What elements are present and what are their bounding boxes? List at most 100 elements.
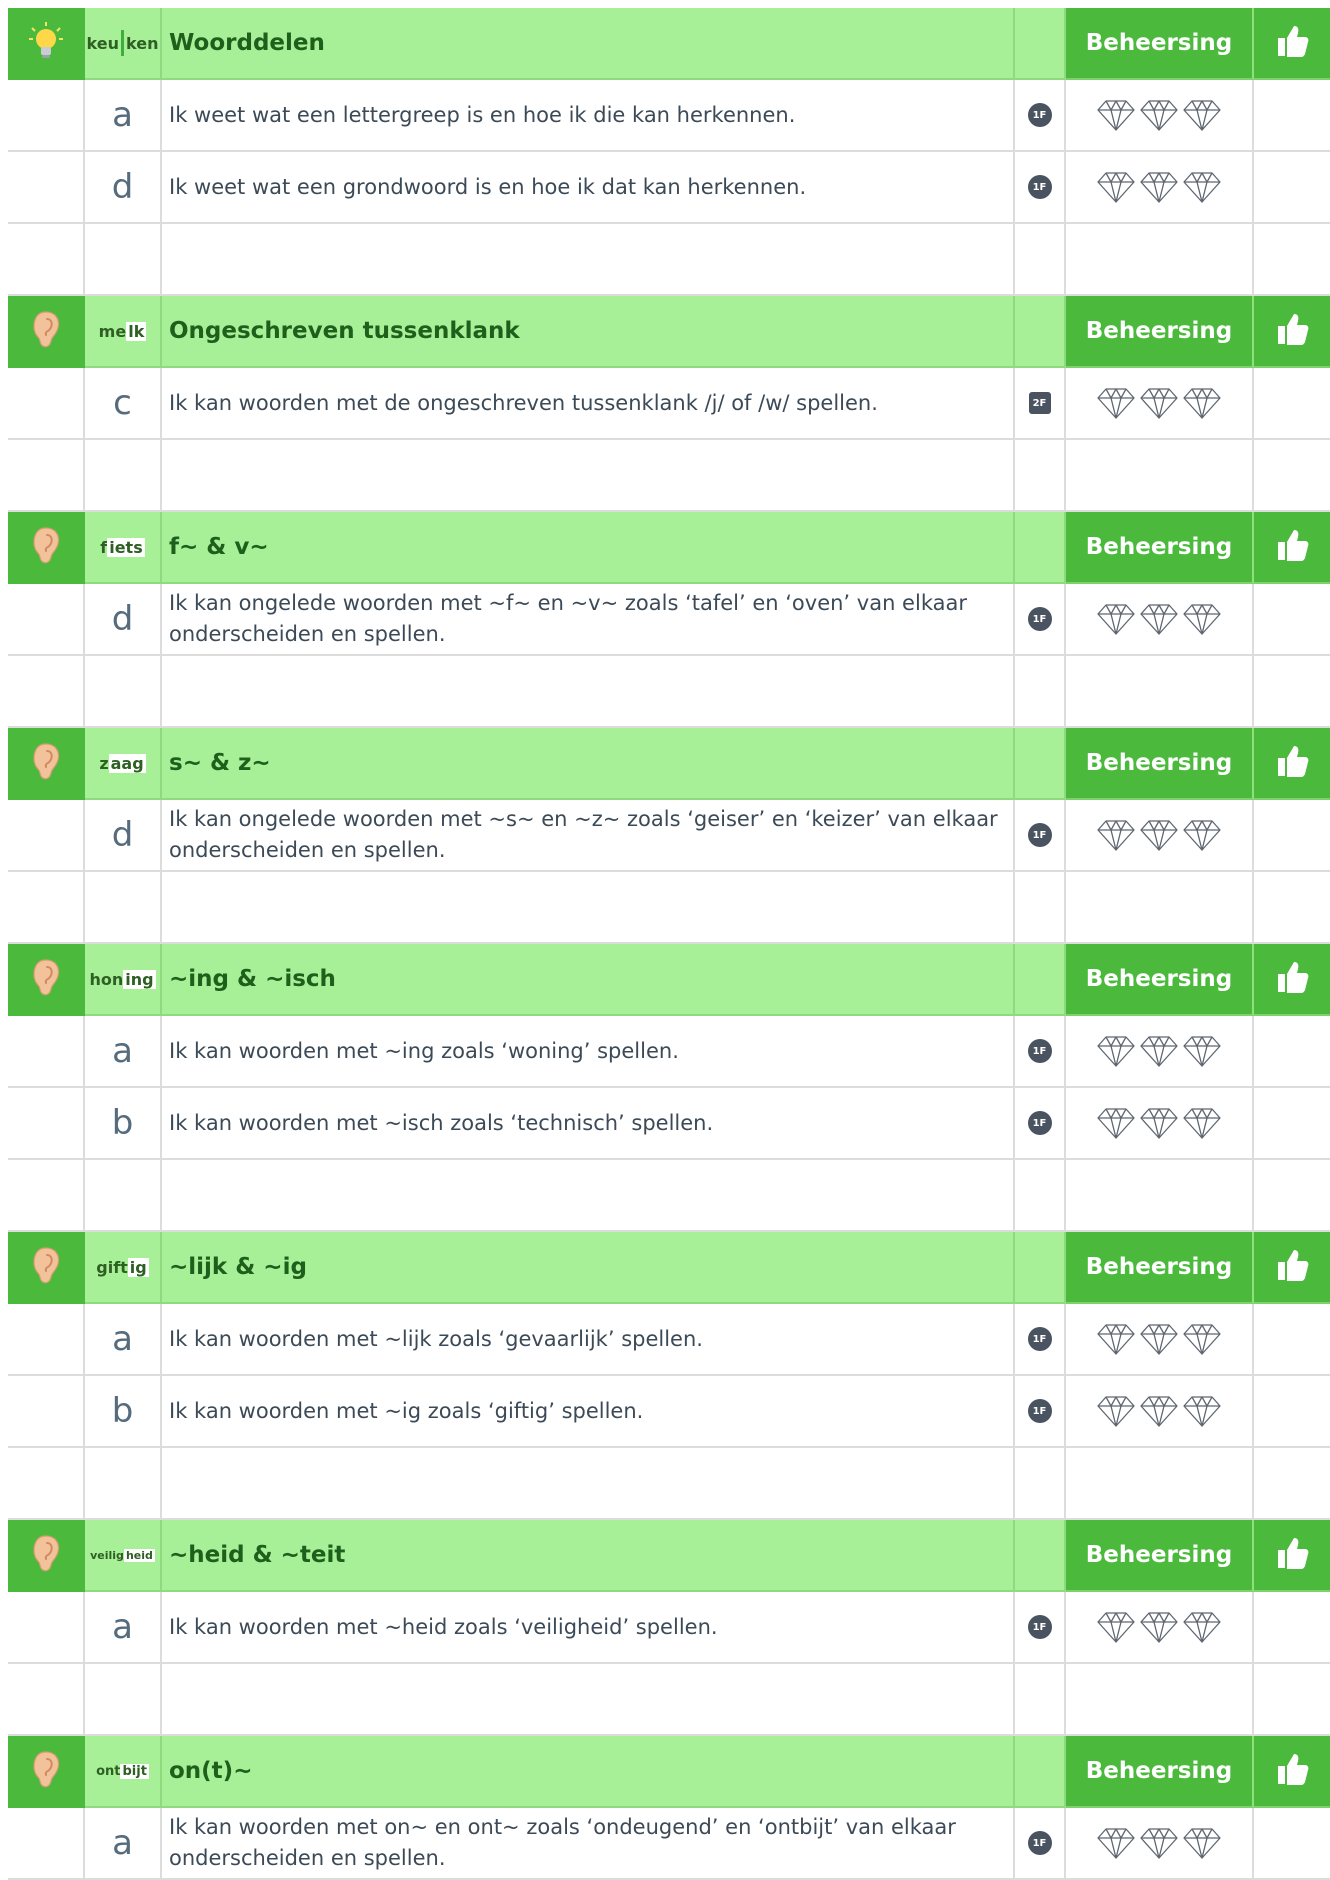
goal-text: Ik kan woorden met on~ en ont~ zoals ‘on… [169, 1815, 956, 1870]
diamond-icon[interactable] [1183, 1035, 1221, 1067]
goal-letter-cell: a [85, 80, 162, 152]
lightbulb-icon [26, 20, 66, 66]
diamond-icon[interactable] [1140, 1827, 1178, 1859]
like-button[interactable] [1254, 1232, 1330, 1304]
diamond-icon[interactable] [1097, 603, 1135, 635]
empty-cell [1254, 152, 1330, 224]
example-word: me lk [99, 321, 147, 341]
diamond-icon[interactable] [1183, 603, 1221, 635]
diamond-icon[interactable] [1183, 171, 1221, 203]
section-title: s~ & z~ [169, 750, 271, 776]
goal-row: a Ik kan woorden met ~ing zoals ‘woning’ … [8, 1016, 1330, 1088]
goal-row: a Ik kan woorden met ~heid zoals ‘veiligh… [8, 1592, 1330, 1664]
example-part-b: aag [108, 753, 146, 773]
diamond-icon[interactable] [1140, 1107, 1178, 1139]
diamond-icon[interactable] [1183, 1827, 1221, 1859]
mastery-header-cell: Beheersing [1066, 8, 1254, 80]
diamond-icon[interactable] [1140, 603, 1178, 635]
mastery-rating [1066, 800, 1254, 872]
empty-cell [162, 440, 1015, 512]
empty-cell [1066, 1160, 1254, 1232]
empty-cell [85, 224, 162, 296]
level-badge: 1F [1027, 103, 1052, 127]
example-part-a: hon [89, 969, 124, 989]
diamond-icon[interactable] [1097, 99, 1135, 131]
diamond-icon[interactable] [1183, 1107, 1221, 1139]
example-word-cell: ont bijt [85, 1736, 162, 1808]
section-title: ~lijk & ~ig [169, 1254, 307, 1280]
goal-letter: c [113, 383, 132, 423]
thumbs-up-icon [1274, 1247, 1310, 1287]
like-button[interactable] [1254, 8, 1330, 80]
empty-cell [1254, 224, 1330, 296]
like-button[interactable] [1254, 1520, 1330, 1592]
goal-text-cell: Ik weet wat een lettergreep is en hoe ik… [162, 80, 1015, 152]
example-word-cell: me lk [85, 296, 162, 368]
diamond-icon[interactable] [1097, 171, 1135, 203]
goal-letter-cell: c [85, 368, 162, 440]
goal-text: Ik kan woorden met ~ig zoals ‘giftig’ sp… [169, 1398, 644, 1423]
empty-cell [8, 152, 85, 224]
section-title: f~ & v~ [169, 534, 269, 560]
goal-row: d Ik weet wat een grondwoord is en hoe ik… [8, 152, 1330, 224]
level-cell: 1F [1015, 1592, 1066, 1664]
level-badge: 1F [1027, 1399, 1052, 1423]
diamond-icon[interactable] [1097, 1395, 1135, 1427]
diamond-icon[interactable] [1097, 1611, 1135, 1643]
empty-cell [1254, 1016, 1330, 1088]
ear-icon [26, 524, 66, 570]
example-word: keu ken [87, 30, 158, 56]
diamond-icon[interactable] [1140, 1395, 1178, 1427]
empty-cell [1066, 872, 1254, 944]
empty-cell [8, 872, 85, 944]
diamond-icon[interactable] [1140, 819, 1178, 851]
like-button[interactable] [1254, 1736, 1330, 1808]
level-header-cell [1015, 1736, 1066, 1808]
like-button[interactable] [1254, 728, 1330, 800]
diamond-icon[interactable] [1183, 1323, 1221, 1355]
diamond-icon[interactable] [1183, 1395, 1221, 1427]
section-title-cell: ~lijk & ~ig [162, 1232, 1015, 1304]
empty-cell [162, 656, 1015, 728]
mastery-header-cell: Beheersing [1066, 512, 1254, 584]
like-button[interactable] [1254, 296, 1330, 368]
diamond-icon[interactable] [1097, 1035, 1135, 1067]
goal-letter-cell: a [85, 1016, 162, 1088]
diamond-icon[interactable] [1140, 1323, 1178, 1355]
section-icon-cell [8, 512, 85, 584]
mastery-label: Beheersing [1085, 1254, 1233, 1280]
empty-cell [1254, 1592, 1330, 1664]
empty-cell [1254, 584, 1330, 656]
section-title-cell: s~ & z~ [162, 728, 1015, 800]
like-button[interactable] [1254, 944, 1330, 1016]
mastery-rating [1066, 1016, 1254, 1088]
diamond-icon[interactable] [1140, 99, 1178, 131]
level-cell: 1F [1015, 1808, 1066, 1880]
diamond-icon[interactable] [1097, 387, 1135, 419]
spacer-row [8, 440, 1330, 512]
empty-cell [85, 1664, 162, 1736]
diamond-icon[interactable] [1183, 1611, 1221, 1643]
empty-cell [8, 80, 85, 152]
diamond-icon[interactable] [1097, 1323, 1135, 1355]
diamond-icon[interactable] [1140, 1611, 1178, 1643]
diamond-icon[interactable] [1097, 819, 1135, 851]
like-button[interactable] [1254, 512, 1330, 584]
section-header: ont bijt on(t)~ Beheersing [8, 1736, 1330, 1808]
mastery-rating [1066, 1808, 1254, 1880]
diamond-icon[interactable] [1183, 387, 1221, 419]
thumbs-up-icon [1274, 311, 1310, 351]
diamond-icon[interactable] [1140, 171, 1178, 203]
section-title-cell: Ongeschreven tussenklank [162, 296, 1015, 368]
section-title-cell: on(t)~ [162, 1736, 1015, 1808]
diamond-icon[interactable] [1140, 387, 1178, 419]
diamond-icon[interactable] [1183, 819, 1221, 851]
diamond-icon[interactable] [1097, 1827, 1135, 1859]
diamond-icon[interactable] [1140, 1035, 1178, 1067]
level-header-cell [1015, 8, 1066, 80]
empty-cell [1066, 224, 1254, 296]
diamond-icon[interactable] [1183, 99, 1221, 131]
empty-cell [85, 440, 162, 512]
diamond-icon[interactable] [1097, 1107, 1135, 1139]
level-badge: 1F [1027, 1111, 1052, 1135]
